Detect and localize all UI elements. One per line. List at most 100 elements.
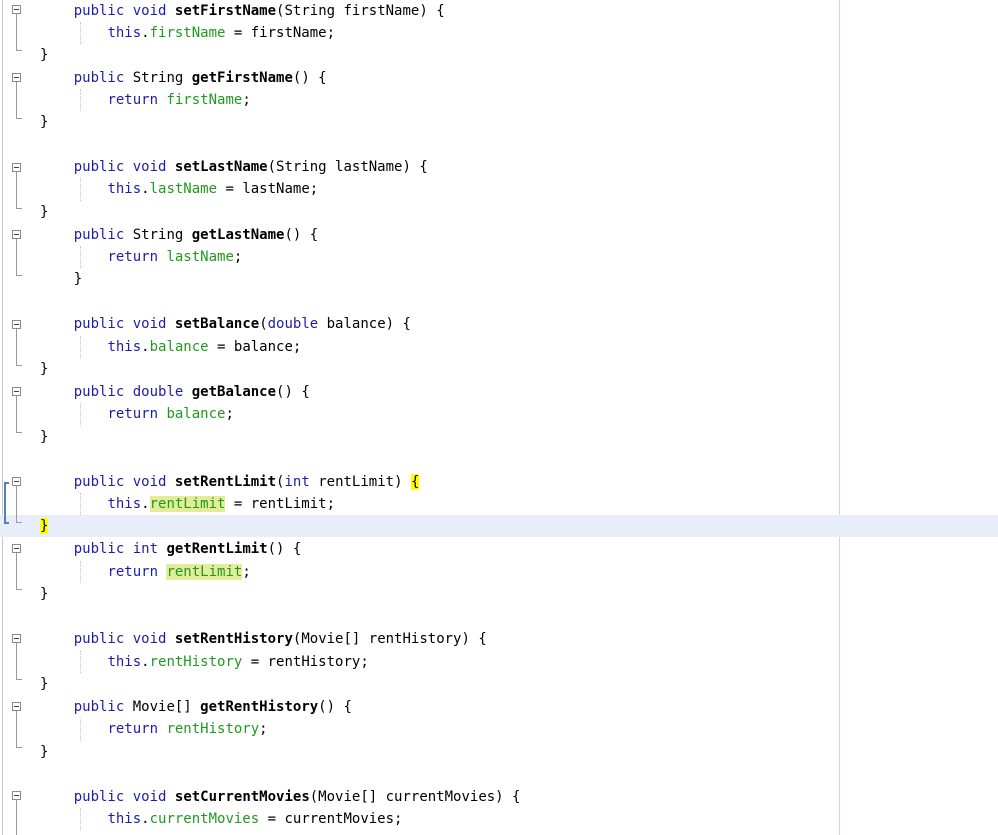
fold-end-mark [16, 118, 22, 119]
fold-collapse-icon[interactable] [12, 73, 21, 82]
code-line[interactable]: this.lastName = lastName; [40, 178, 318, 200]
fold-range-line [16, 711, 17, 747]
code-token: public [73, 541, 125, 557]
code-line[interactable]: } [40, 583, 48, 605]
code-token: public [73, 474, 125, 490]
fold-range-line [16, 643, 17, 679]
code-line[interactable]: return rentHistory; [40, 718, 267, 740]
fold-collapse-icon[interactable] [12, 320, 21, 329]
code-token: this [107, 811, 142, 827]
fold-end-mark [16, 522, 22, 523]
code-token: = rentHistory; [242, 654, 369, 670]
fold-collapse-icon[interactable] [12, 163, 21, 172]
code-line[interactable]: public void setCurrentMovies(Movie[] cur… [40, 786, 521, 808]
code-line[interactable]: this.rentHistory = rentHistory; [40, 651, 369, 673]
code-token: = rentLimit; [225, 496, 336, 512]
fold-range-line [16, 82, 17, 118]
code-line[interactable]: } [40, 44, 48, 66]
fold-end-mark [16, 747, 22, 748]
code-token: public [73, 3, 125, 19]
code-token: public [73, 316, 125, 332]
code-token: } [40, 429, 49, 445]
code-line[interactable]: public int getRentLimit() { [40, 538, 302, 560]
code-line[interactable]: this.currentMovies = currentMovies; [40, 808, 402, 830]
code-token: . [141, 811, 150, 827]
code-line[interactable]: } [40, 268, 82, 290]
code-token: ; [242, 564, 251, 580]
fold-range-line [16, 800, 17, 835]
code-line[interactable]: public void setRentLimit(int rentLimit) … [40, 471, 420, 493]
code-token: } [40, 47, 49, 63]
fold-range-line [16, 239, 17, 275]
code-token: (String lastName) { [267, 159, 428, 175]
code-token: (Movie[] currentMovies) { [309, 789, 521, 805]
code-line[interactable]: return rentLimit; [40, 561, 251, 583]
fold-collapse-icon[interactable] [12, 5, 21, 14]
code-token: () { [276, 384, 310, 400]
fold-collapse-icon[interactable] [12, 791, 21, 800]
fold-collapse-icon[interactable] [12, 230, 21, 239]
code-token: return [107, 721, 159, 737]
fold-collapse-icon[interactable] [12, 477, 21, 486]
fold-collapse-icon[interactable] [12, 544, 21, 553]
code-token: void [132, 159, 167, 175]
fold-collapse-icon[interactable] [12, 634, 21, 643]
fold-collapse-icon[interactable] [12, 702, 21, 711]
fold-end-mark [16, 50, 22, 51]
code-line[interactable]: } [40, 673, 48, 695]
code-line[interactable]: return balance; [40, 403, 233, 425]
right-margin-line [839, 0, 840, 835]
code-line[interactable]: public double getBalance() { [40, 381, 310, 403]
code-token: getFirstName [191, 70, 293, 86]
code-token: setCurrentMovies [174, 789, 310, 805]
code-token: (String firstName) { [276, 3, 445, 19]
code-token: () { [292, 70, 327, 86]
code-line[interactable]: public String getFirstName() { [40, 67, 327, 89]
fold-range-line [16, 172, 17, 208]
code-line[interactable]: this.rentLimit = rentLimit; [40, 493, 335, 515]
code-line[interactable]: } [40, 741, 48, 763]
code-line[interactable]: } [40, 515, 49, 537]
code-token: setLastName [174, 159, 268, 175]
code-line[interactable]: return lastName; [40, 246, 242, 268]
code-line[interactable]: this.firstName = firstName; [40, 22, 335, 44]
code-line[interactable]: public void setBalance(double balance) { [40, 313, 411, 335]
fold-range-line [16, 553, 17, 589]
code-line[interactable]: public void setRentHistory(Movie[] rentH… [40, 628, 487, 650]
code-line[interactable]: } [40, 201, 48, 223]
code-line[interactable]: public String getLastName() { [40, 224, 318, 246]
code-token: rentLimit [149, 496, 226, 512]
code-token: return [107, 249, 159, 265]
code-token: void [132, 789, 167, 805]
code-token: public [73, 70, 125, 86]
code-token: this [107, 25, 142, 41]
code-line[interactable]: public void setFirstName(String firstNam… [40, 0, 445, 22]
fold-collapse-icon[interactable] [12, 387, 21, 396]
code-editor[interactable]: public void setFirstName(String firstNam… [0, 0, 998, 835]
code-line[interactable]: return firstName; [40, 89, 250, 111]
code-token: void [132, 631, 167, 647]
code-line[interactable]: public void setLastName(String lastName)… [40, 156, 428, 178]
code-token: String [124, 227, 192, 243]
code-line[interactable]: } [40, 111, 48, 133]
code-token: } [40, 204, 49, 220]
code-token: Movie[] [124, 699, 201, 715]
code-token: = firstName; [225, 25, 336, 41]
code-token: setFirstName [174, 3, 277, 19]
code-token: = lastName; [217, 181, 319, 197]
code-line[interactable]: } [40, 358, 48, 380]
code-line[interactable]: public Movie[] getRentHistory() { [40, 696, 352, 718]
code-line[interactable]: this.balance = balance; [40, 336, 301, 358]
code-line[interactable]: } [40, 426, 48, 448]
code-token: setRentHistory [174, 631, 293, 647]
code-token: return [107, 92, 159, 108]
